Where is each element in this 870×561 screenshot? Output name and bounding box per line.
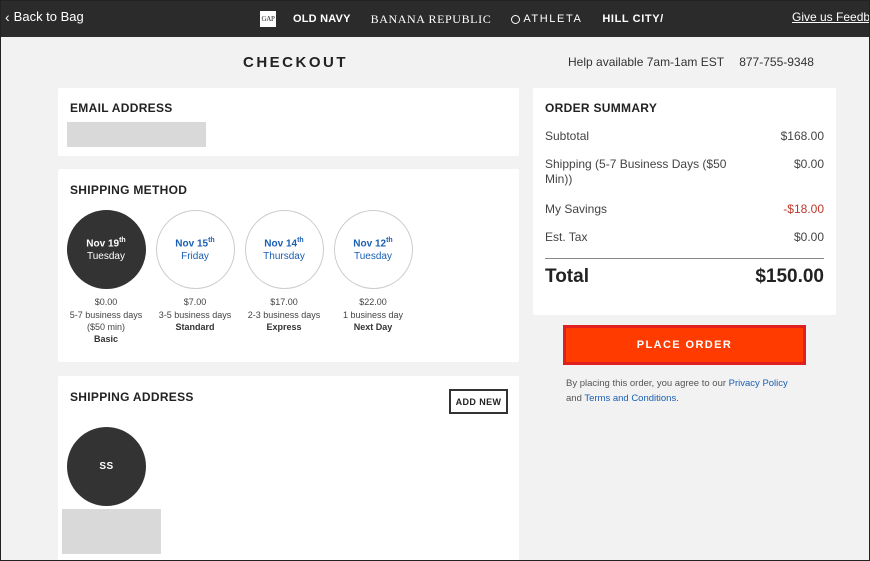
shipping-price: $22.00: [359, 297, 387, 307]
shipping-name: Next Day: [353, 322, 393, 332]
summary-label: My Savings: [545, 202, 608, 216]
address-value-redacted: [62, 509, 161, 554]
summary-label: Est. Tax: [545, 230, 588, 244]
shipping-option-circle: Nov 14th Thursday: [244, 210, 324, 289]
delivery-weekday: Tuesday: [87, 251, 125, 263]
total-value: $150.00: [755, 266, 824, 287]
shipping-option-basic[interactable]: Nov 19th Tuesday $0.00 5-7 business days…: [66, 210, 146, 344]
shipping-option-standard[interactable]: Nov 15th Friday $7.00 3-5 business days …: [155, 210, 235, 332]
order-summary-title: ORDER SUMMARY: [545, 101, 658, 115]
summary-label: Shipping (5-7 Business Days ($50 Min)): [545, 157, 727, 186]
summary-value: $0.00: [793, 230, 824, 244]
brand-athleta-label: ATHLETA: [523, 13, 583, 25]
shipping-address-title: SHIPPING ADDRESS: [70, 390, 194, 404]
privacy-policy-link[interactable]: Privacy Policy: [729, 378, 788, 389]
summary-row-shipping: Shipping (5-7 Business Days ($50 Min)) $…: [545, 157, 824, 187]
delivery-date-suffix: th: [297, 236, 304, 244]
shipping-method-title: SHIPPING METHOD: [70, 183, 188, 197]
summary-row-subtotal: Subtotal $168.00: [545, 129, 824, 144]
shipping-days: 5-7 business days ($50 min): [69, 310, 143, 332]
shipping-option-circle: Nov 12th Tuesday: [333, 210, 413, 289]
shipping-days: 2-3 business days: [247, 310, 321, 320]
delivery-date: Nov 19th: [86, 237, 125, 249]
summary-total: Total $150.00: [545, 266, 824, 288]
terms-conditions-link[interactable]: Terms and Conditions.: [584, 393, 679, 404]
athleta-logo-icon: [511, 14, 521, 24]
shipping-name: Express: [266, 322, 302, 332]
feedback-link[interactable]: Give us Feedba: [792, 10, 869, 24]
order-summary-card: ORDER SUMMARY Subtotal $168.00 Shipping …: [533, 88, 836, 315]
brand-old-navy[interactable]: OLD NAVY: [293, 13, 351, 25]
help-info: Help available 7am-1am EST 877-755-9348: [568, 55, 814, 69]
summary-value: $0.00: [793, 157, 824, 171]
brand-nav: GAP OLD NAVY BANANA REPUBLIC ATHLETA HIL…: [260, 8, 684, 30]
place-order-label: PLACE ORDER: [566, 328, 803, 362]
page-title: CHECKOUT: [243, 54, 348, 71]
help-hours: Help available 7am-1am EST: [568, 55, 724, 69]
delivery-date-suffix: th: [119, 236, 126, 244]
place-order-button[interactable]: PLACE ORDER: [563, 325, 806, 365]
shipping-method-card: SHIPPING METHOD Nov 19th Tuesday $0.00 5…: [58, 169, 519, 362]
summary-label: Subtotal: [545, 129, 590, 143]
shipping-price: $0.00: [94, 297, 118, 307]
chevron-left-icon: ‹: [5, 8, 10, 25]
shipping-option-circle: Nov 19th Tuesday: [66, 210, 146, 289]
terms-notice: By placing this order, you agree to our …: [566, 376, 806, 406]
address-avatar[interactable]: SS: [67, 427, 146, 506]
help-phone[interactable]: 877-755-9348: [739, 55, 814, 69]
delivery-date: Nov 12th: [353, 237, 392, 249]
shipping-option-express[interactable]: Nov 14th Thursday $17.00 2-3 business da…: [244, 210, 324, 332]
shipping-price: $7.00: [183, 297, 207, 307]
summary-value: -$18.00: [783, 202, 824, 216]
terms-and: and: [566, 393, 582, 404]
delivery-date-text: Nov 14: [264, 238, 298, 250]
add-new-address-button[interactable]: ADD NEW: [449, 389, 508, 414]
delivery-date: Nov 15th: [175, 237, 214, 249]
delivery-weekday: Thursday: [263, 251, 305, 263]
email-title: EMAIL ADDRESS: [70, 101, 173, 115]
total-label: Total: [545, 266, 589, 287]
summary-row-savings: My Savings -$18.00: [545, 202, 824, 217]
email-card: EMAIL ADDRESS: [58, 88, 519, 156]
terms-prefix: By placing this order, you agree to our: [566, 378, 727, 389]
shipping-option-next-day[interactable]: Nov 12th Tuesday $22.00 1 business day N…: [333, 210, 413, 332]
delivery-date-suffix: th: [208, 236, 215, 244]
delivery-date: Nov 14th: [264, 237, 303, 249]
gap-logo[interactable]: GAP: [260, 11, 276, 27]
shipping-days: 3-5 business days: [158, 310, 232, 320]
shipping-option-circle: Nov 15th Friday: [155, 210, 235, 289]
brand-athleta[interactable]: ATHLETA: [511, 13, 582, 25]
delivery-date-text: Nov 15: [175, 238, 209, 250]
delivery-date-suffix: th: [386, 236, 393, 244]
email-value-redacted: [67, 122, 206, 147]
brand-banana-republic[interactable]: BANANA REPUBLIC: [371, 12, 492, 27]
top-nav-bar: ‹ Back to Bag GAP OLD NAVY BANANA REPUBL…: [1, 1, 869, 37]
delivery-date-text: Nov 12: [353, 238, 387, 250]
shipping-days: 1 business day: [342, 310, 404, 320]
shipping-price: $17.00: [270, 297, 298, 307]
back-to-bag-link[interactable]: ‹ Back to Bag: [5, 9, 84, 24]
summary-value: $168.00: [780, 129, 824, 143]
summary-row-tax: Est. Tax $0.00: [545, 230, 824, 245]
delivery-weekday: Tuesday: [354, 251, 392, 263]
shipping-name: Basic: [93, 334, 119, 344]
summary-divider: [545, 258, 824, 259]
delivery-weekday: Friday: [181, 251, 209, 263]
brand-hill-city[interactable]: HILL CITY/: [602, 13, 663, 25]
back-to-bag-label: Back to Bag: [13, 9, 84, 24]
shipping-name: Standard: [175, 322, 215, 332]
delivery-date-text: Nov 19: [86, 238, 120, 250]
checkout-page: ‹ Back to Bag GAP OLD NAVY BANANA REPUBL…: [0, 0, 870, 561]
shipping-address-card: SHIPPING ADDRESS ADD NEW SS: [58, 376, 519, 560]
